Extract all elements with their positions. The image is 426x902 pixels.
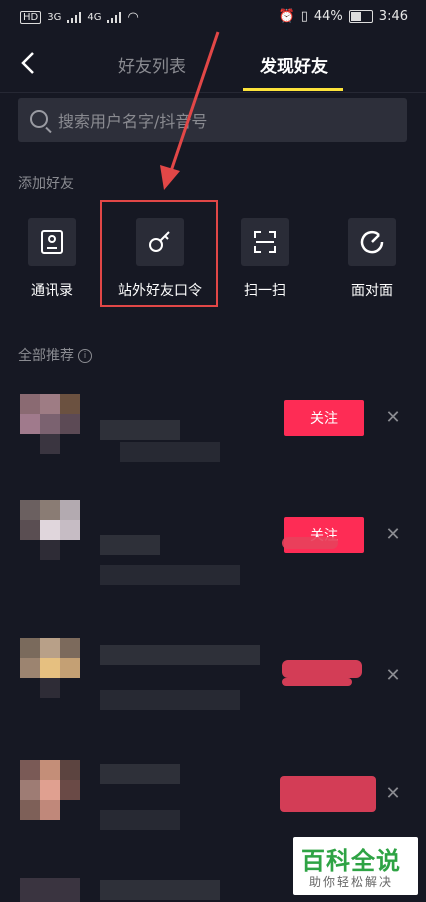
user-name-blurred	[100, 645, 260, 665]
follow-button[interactable]: 关注	[284, 400, 364, 436]
vibrate-icon: ▯	[300, 9, 308, 24]
annotation-arrow	[160, 31, 220, 190]
battery-icon	[348, 10, 373, 23]
add-friends-title: 添加好友	[18, 176, 74, 192]
option-contacts[interactable]: 通讯录	[2, 218, 102, 300]
status-left: HD 3G 4G ◠	[20, 10, 139, 25]
option-label: 扫一扫	[244, 283, 286, 299]
network-label-2: 4G	[87, 12, 102, 23]
close-icon[interactable]: ✕	[383, 784, 403, 804]
highlight-box	[100, 200, 218, 307]
list-item[interactable]: ✕	[0, 630, 426, 740]
watermark-title: 百科全说	[301, 847, 401, 875]
contacts-icon	[28, 218, 76, 266]
blur-streak	[282, 660, 362, 678]
alarm-icon: ⏰	[278, 9, 295, 24]
avatar[interactable]	[20, 760, 80, 820]
blur-streak	[280, 776, 376, 812]
signal-icon	[67, 12, 82, 23]
scan-icon	[241, 218, 289, 266]
close-icon[interactable]: ✕	[383, 408, 403, 428]
blur-streak	[282, 678, 352, 686]
option-label: 面对面	[351, 283, 393, 299]
option-scan[interactable]: 扫一扫	[215, 218, 315, 300]
watermark-logo: 百科全说 助你轻松解决	[293, 837, 418, 895]
wifi-icon: ◠	[127, 10, 139, 25]
chevron-left-icon[interactable]	[14, 48, 44, 78]
recommendations-label: 全部推荐	[18, 348, 74, 364]
avatar[interactable]	[20, 638, 80, 698]
user-desc-blurred	[100, 565, 240, 585]
battery-percent: 44%	[313, 9, 343, 24]
user-name-blurred	[100, 764, 180, 784]
option-label: 通讯录	[31, 283, 73, 299]
user-name-blurred	[100, 880, 220, 900]
hd-badge: HD	[20, 11, 42, 24]
status-right: ⏰ ▯ 44% 3:46	[279, 9, 408, 24]
blur-streak	[282, 537, 338, 549]
list-item[interactable]: 关注 ✕	[0, 495, 426, 605]
active-tab-indicator	[243, 88, 343, 91]
network-label-1: 3G	[47, 12, 62, 23]
user-name-blurred	[100, 420, 180, 440]
option-face-to-face[interactable]: 面对面	[322, 218, 422, 300]
info-icon[interactable]: i	[78, 349, 92, 363]
tab-discover-friends[interactable]: 发现好友	[260, 52, 328, 77]
close-icon[interactable]: ✕	[383, 666, 403, 686]
avatar[interactable]	[20, 394, 80, 454]
clock: 3:46	[378, 9, 408, 24]
signal-icon	[107, 12, 122, 23]
user-desc-blurred	[120, 442, 220, 462]
user-desc-blurred	[100, 690, 240, 710]
avatar[interactable]	[20, 500, 80, 560]
recommendations-title: 全部推荐 i	[18, 345, 92, 365]
watermark-subtitle: 助你轻松解决	[309, 875, 394, 889]
avatar[interactable]	[20, 878, 80, 902]
list-item[interactable]: 关注 ✕	[0, 380, 426, 490]
search-icon	[30, 110, 48, 128]
user-name-blurred	[100, 535, 160, 555]
face-to-face-icon	[348, 218, 396, 266]
close-icon[interactable]: ✕	[383, 525, 403, 545]
user-desc-blurred	[100, 810, 180, 830]
